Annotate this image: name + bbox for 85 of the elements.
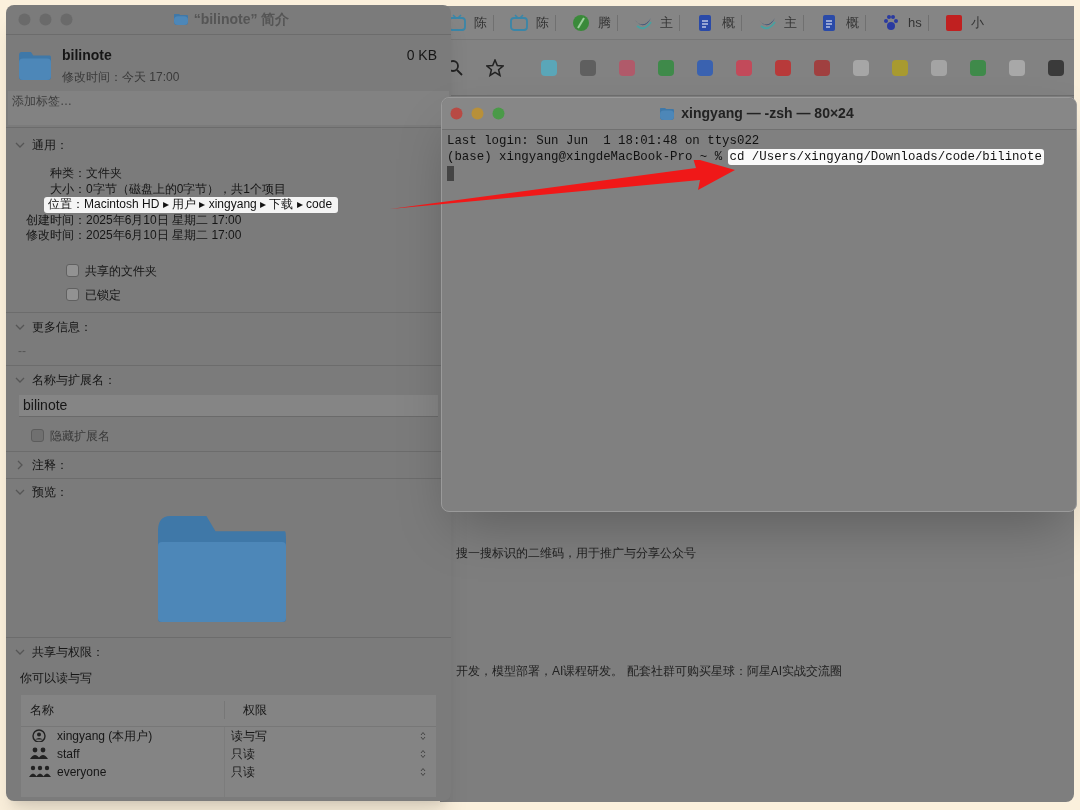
user-name: staff	[57, 745, 80, 763]
paw-icon	[882, 13, 900, 32]
folder-icon	[156, 514, 287, 623]
field-label: 大小：	[49, 181, 86, 197]
info-value: --	[17, 342, 27, 360]
field-value: 2025年6月10日 星期二 17:00	[86, 228, 243, 244]
bookmark[interactable]: hs	[882, 12, 922, 33]
group-icon	[29, 765, 51, 778]
section-heading[interactable]: 共享与权限：	[32, 642, 104, 661]
extension-icon	[696, 58, 714, 77]
extension-icon	[618, 58, 636, 77]
name-field[interactable]: bilinote	[19, 394, 438, 417]
bookmark[interactable]: 概	[820, 12, 859, 33]
extension-icon	[1047, 58, 1065, 77]
terminal-command: cd /Users/xingyang/Downloads/code/bilinote	[727, 149, 1044, 165]
permission-dropdown[interactable]: 读与写	[224, 726, 436, 745]
modified-date: 修改时间：今天 17:00	[62, 69, 181, 86]
page-text: 搜一搜标识的二维码，用于推广与分享公众号	[456, 545, 697, 562]
bookmark[interactable]: 小	[944, 12, 984, 33]
app-icon	[944, 13, 963, 32]
field-value: 0字节（磁盘上的0字节），共1个项目	[86, 181, 288, 197]
extension-icon	[930, 58, 948, 77]
stepper-icon	[420, 766, 426, 777]
extension-icon	[579, 58, 597, 77]
folder-icon	[18, 51, 52, 81]
field-label: 位置：	[47, 197, 84, 213]
section-heading[interactable]: 更多信息：	[32, 317, 92, 336]
file-name: bilinote	[62, 46, 113, 65]
bookmark[interactable]: 主	[634, 12, 673, 33]
window-title: xingyang — -zsh — 80×24	[681, 104, 854, 123]
stepper-icon	[420, 748, 426, 759]
checkbox-label: 已锁定	[85, 286, 121, 304]
permission-dropdown[interactable]: 只读	[224, 744, 436, 763]
group-icon	[29, 747, 51, 760]
extension-icon	[657, 58, 675, 77]
user-name: xingyang (本用户)	[57, 727, 153, 745]
document-icon	[820, 13, 838, 32]
permission-summary: 你可以读与写	[19, 669, 93, 687]
section-heading[interactable]: 预览：	[32, 482, 68, 501]
section-heading[interactable]: 名称与扩展名：	[32, 370, 116, 389]
tv-icon	[448, 13, 466, 32]
bookmark[interactable]: 主	[758, 12, 797, 33]
field-label: 修改时间：	[25, 228, 86, 244]
permission-dropdown[interactable]: 只读	[224, 762, 436, 781]
field-label: 种类：	[49, 166, 86, 182]
field-value: 2025年6月10日 星期二 17:00	[86, 212, 243, 228]
document-icon	[696, 13, 714, 32]
field-value: 文件夹	[86, 166, 123, 182]
bookmark[interactable]: 陈	[510, 12, 549, 33]
column-header[interactable]: 名称	[21, 701, 224, 719]
star-icon	[486, 58, 504, 77]
section-heading[interactable]: 通用：	[32, 136, 68, 154]
checkbox-label: 隐藏扩展名	[50, 427, 110, 445]
stepper-icon	[420, 730, 426, 741]
extension-icon	[774, 58, 792, 77]
zoom-icon	[492, 107, 505, 120]
extension-icon	[852, 58, 870, 77]
user-name: everyone	[57, 763, 107, 781]
extension-icon	[969, 58, 987, 77]
file-size: 0 KB	[406, 46, 437, 65]
minimize-icon	[471, 107, 484, 120]
tags-field[interactable]: 添加标签…	[8, 91, 449, 125]
extension-icon	[735, 58, 753, 77]
extension-icon	[1008, 58, 1026, 77]
close-icon	[450, 107, 463, 120]
bookmark[interactable]: 概	[696, 12, 735, 33]
cursor	[447, 166, 454, 181]
checkbox[interactable]	[66, 264, 79, 277]
extension-icon	[813, 58, 831, 77]
page-text: 开发，模型部署，AI课程研发。 配套社群可购买星球：阿星AI实战交流圈	[456, 663, 843, 680]
checkbox-label: 共享的文件夹	[85, 262, 157, 280]
extension-icon	[891, 58, 909, 77]
bookmark[interactable]: 陈	[448, 12, 487, 33]
folder-icon	[172, 13, 189, 26]
bookmark[interactable]: 腾	[572, 12, 611, 33]
terminal-prompt: (base) xingyang@xingdeMacBook-Pro ~ %	[447, 149, 724, 165]
folder-icon	[659, 106, 676, 121]
extension-icon	[540, 58, 558, 77]
field-label: 创建时间：	[25, 212, 86, 228]
column-header[interactable]: 权限	[224, 701, 436, 719]
section-heading[interactable]: 注释：	[32, 455, 68, 474]
checkbox[interactable]	[66, 288, 79, 301]
tv-icon	[510, 13, 528, 32]
terminal-output: Last login: Sun Jun 1 18:01:48 on ttys022	[447, 133, 761, 149]
field-value: Macintosh HD ▸ 用户 ▸ xingyang ▸ 下载 ▸ code	[84, 197, 333, 213]
